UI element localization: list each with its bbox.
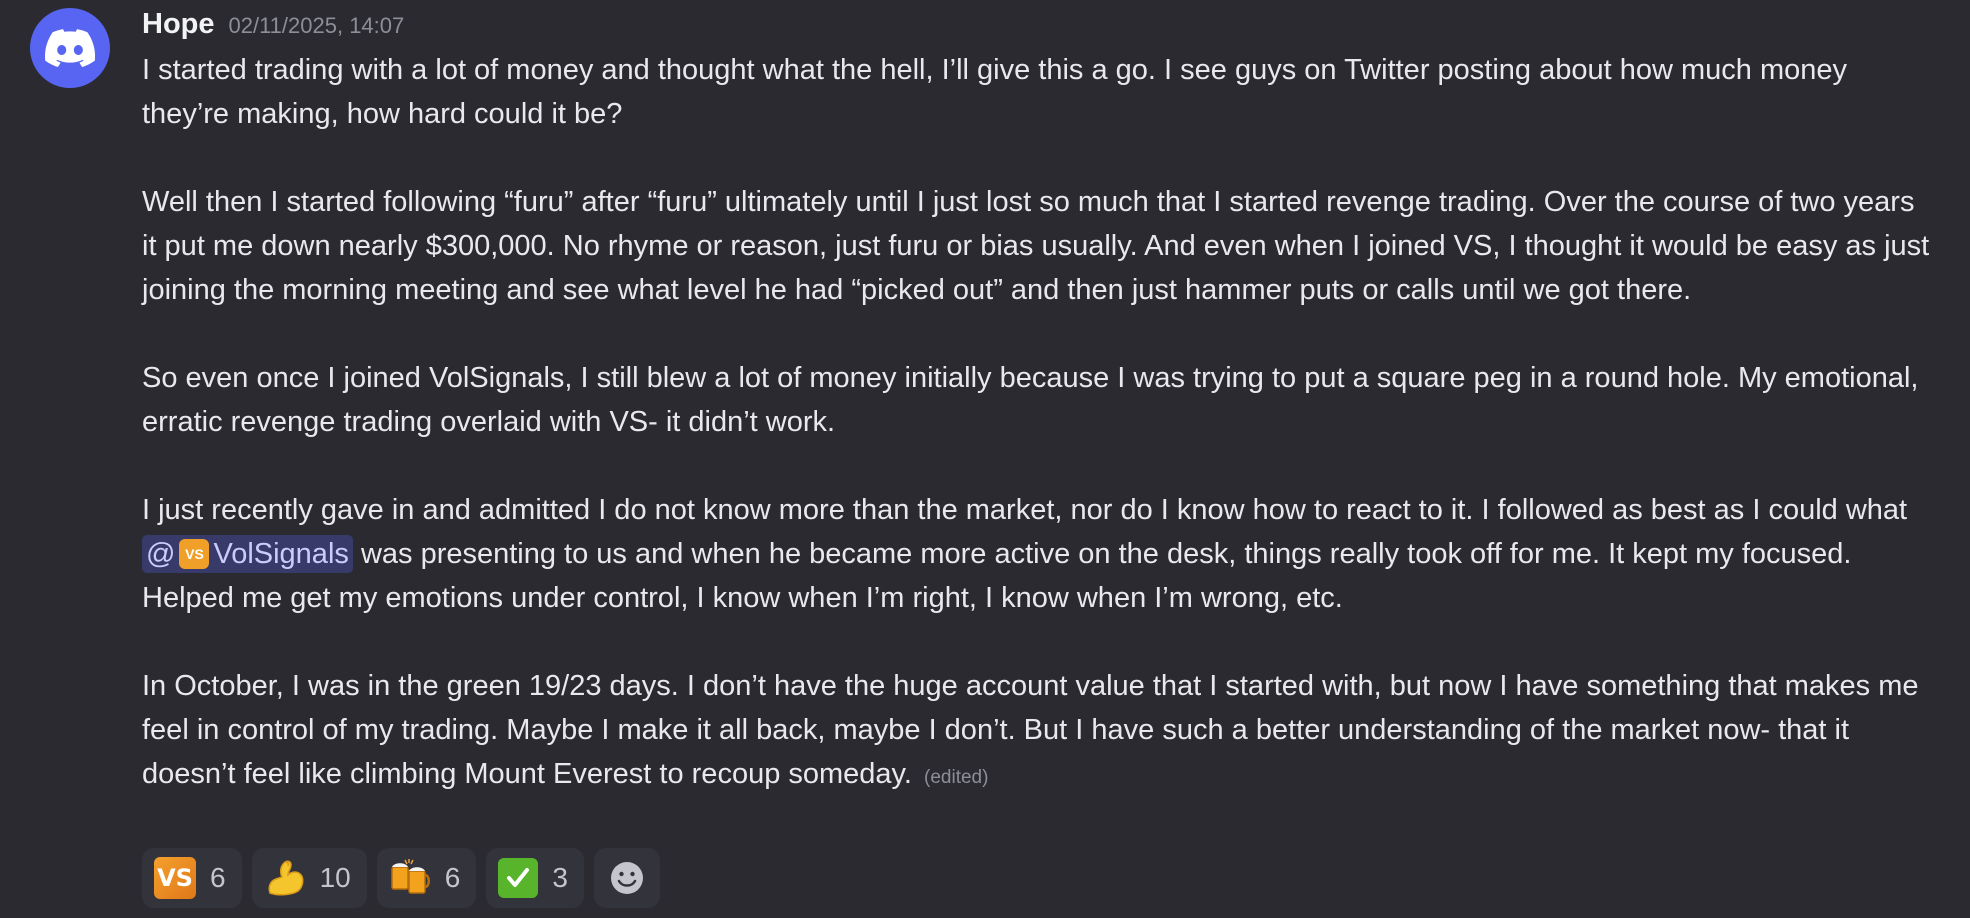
timestamp[interactable]: 02/11/2025, 14:07 (229, 13, 405, 39)
reaction-check-mark[interactable]: 3 (486, 848, 584, 908)
paragraph-text: was presenting to us and when he became … (142, 538, 1852, 614)
message-paragraph: I started trading with a lot of money an… (142, 54, 1847, 130)
discord-logo-icon (45, 29, 95, 67)
message-paragraph: Well then I started following “furu” aft… (142, 186, 1930, 306)
vs-role-icon: VS (179, 539, 210, 569)
smiley-add-reaction-icon (606, 857, 648, 899)
mention-name: VolSignals (213, 538, 349, 570)
reaction-count: 6 (210, 862, 226, 893)
flexed-biceps-icon (264, 857, 306, 899)
user-mention[interactable]: @ VS VolSignals (142, 535, 353, 573)
username[interactable]: Hope (142, 8, 215, 41)
add-reaction-button[interactable] (593, 848, 660, 908)
avatar[interactable] (30, 8, 110, 88)
message-paragraph: So even once I joined VolSignals, I stil… (142, 362, 1919, 438)
reaction-flexed-biceps[interactable]: 10 (251, 848, 367, 908)
paragraph-text: In October, I was in the green 19/23 day… (142, 670, 1919, 790)
clinking-beer-mugs-icon (389, 857, 431, 899)
paragraph-text: I just recently gave in and admitted I d… (142, 494, 1908, 526)
reactions-bar: VS 6 10 6 3 (142, 848, 660, 908)
vs-badge-icon: VS (154, 857, 196, 899)
check-mark-button-icon (498, 858, 539, 898)
message-header: Hope 02/11/2025, 14:07 (142, 8, 404, 48)
reaction-count: 6 (444, 862, 461, 893)
reaction-vs[interactable]: VS 6 (142, 848, 242, 908)
edited-label: (edited) (924, 767, 989, 788)
message-paragraph: In October, I was in the green 19/23 day… (142, 664, 1932, 800)
message-content: I started trading with a lot of money an… (142, 48, 1932, 800)
mention-at: @ (146, 538, 176, 570)
reaction-count: 3 (552, 862, 568, 893)
message-paragraph: I just recently gave in and admitted I d… (142, 488, 1932, 620)
chat-message: Hope 02/11/2025, 14:07 I started trading… (0, 0, 1970, 918)
reaction-count: 10 (319, 862, 351, 893)
reaction-beer-mugs[interactable]: 6 (376, 848, 477, 908)
